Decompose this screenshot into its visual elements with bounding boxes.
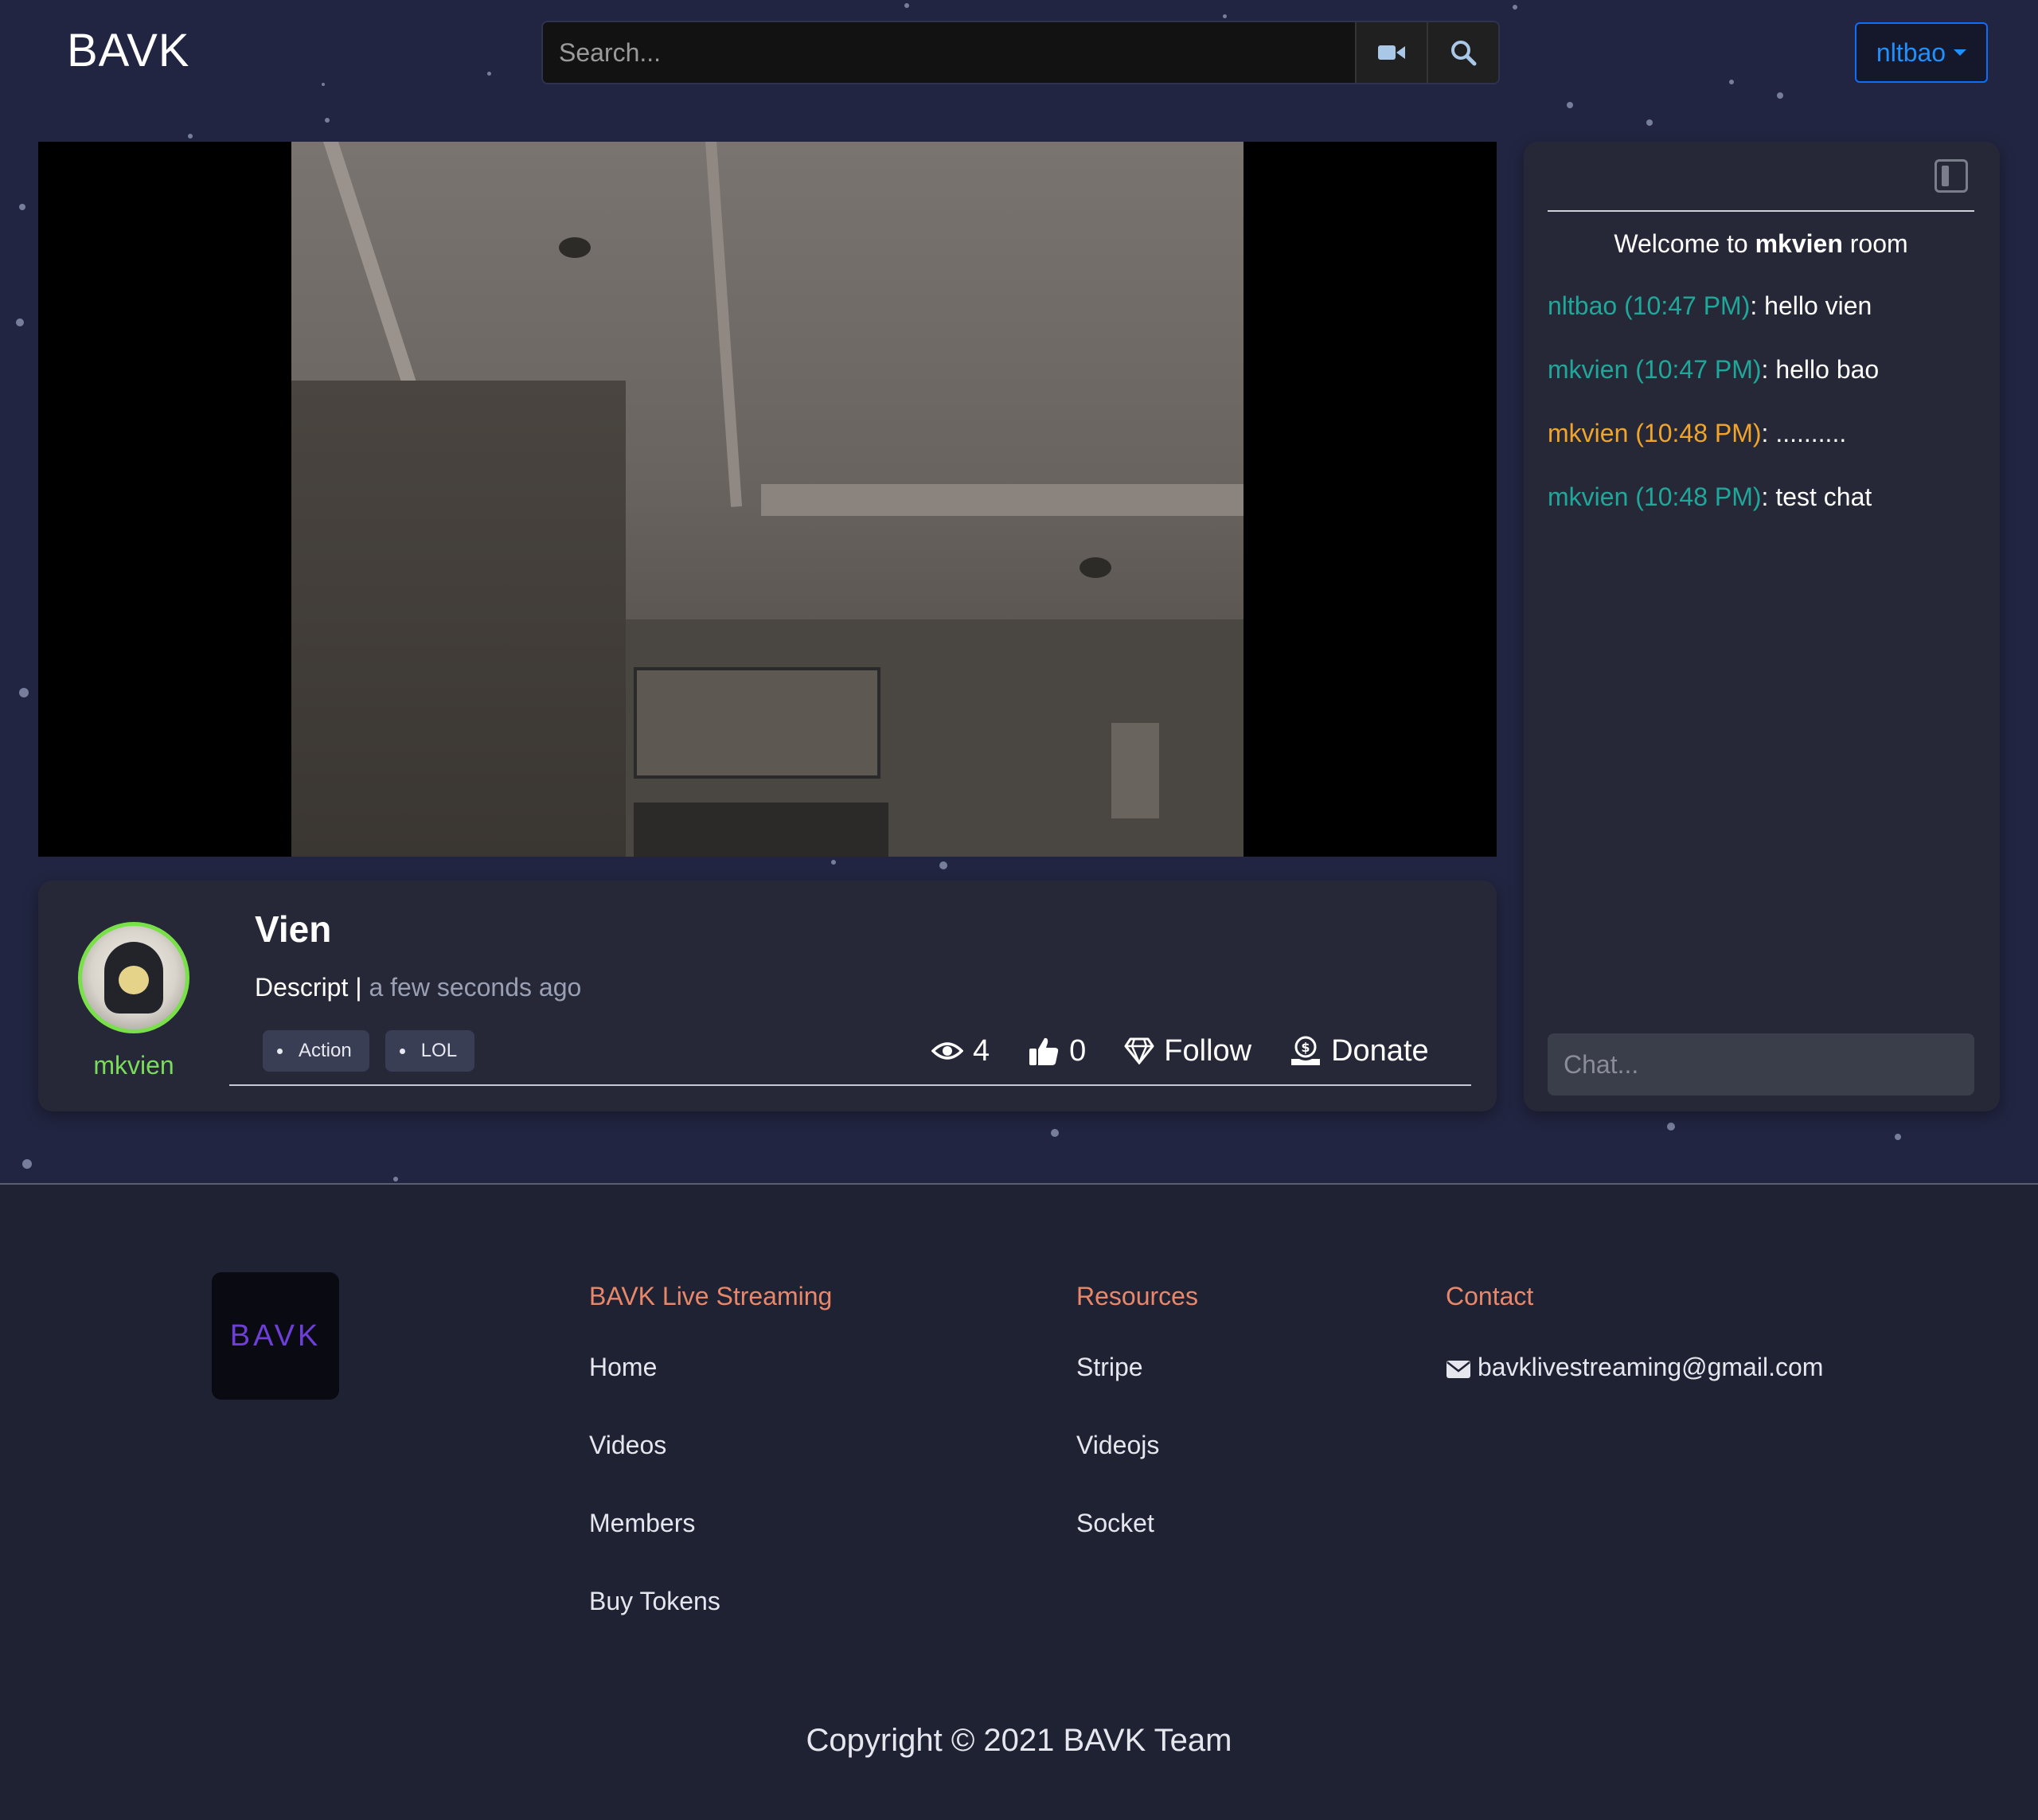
follow-button[interactable]: Follow xyxy=(1124,1034,1251,1068)
streamer-avatar[interactable] xyxy=(78,922,189,1033)
svg-text:$: $ xyxy=(1302,1040,1310,1055)
chat-divider xyxy=(1548,210,1974,212)
top-navbar: BAVK nltbao xyxy=(0,0,2038,111)
chat-message-text: : hello vien xyxy=(1750,291,1872,320)
footer-link-members[interactable]: Members xyxy=(589,1509,832,1587)
chat-welcome-message: Welcome to mkvien room xyxy=(1548,229,1974,259)
tag-action[interactable]: Action xyxy=(263,1030,369,1072)
welcome-prefix: Welcome to xyxy=(1614,229,1748,258)
stream-description: Descript | a few seconds ago xyxy=(255,973,581,1002)
chat-message-user[interactable]: nltbao (10:47 PM) xyxy=(1548,291,1750,320)
contact-email: bavklivestreaming@gmail.com xyxy=(1478,1353,1824,1381)
search-button[interactable] xyxy=(1427,22,1498,83)
footer-link-videojs[interactable]: Videojs xyxy=(1076,1431,1198,1509)
chat-message-user[interactable]: mkvien (10:48 PM) xyxy=(1548,482,1762,511)
viewer-count-value: 4 xyxy=(973,1033,990,1068)
follow-label: Follow xyxy=(1164,1033,1252,1068)
info-divider xyxy=(229,1084,1471,1086)
chat-message: nltbao (10:47 PM): hello vien xyxy=(1548,291,1872,321)
streamer-name[interactable]: mkvien xyxy=(70,1051,197,1080)
welcome-suffix: room xyxy=(1849,229,1908,258)
chat-message: mkvien (10:48 PM): .......... xyxy=(1548,419,1846,448)
footer-column-bavk: BAVK Live Streaming Home Videos Members … xyxy=(589,1282,832,1665)
user-menu-label: nltbao xyxy=(1876,37,1946,67)
eye-icon xyxy=(931,1042,963,1060)
footer-link-videos[interactable]: Videos xyxy=(589,1431,832,1509)
user-menu-dropdown[interactable]: nltbao xyxy=(1855,22,1988,83)
footer-link-email[interactable]: bavklivestreaming@gmail.com xyxy=(1446,1353,1823,1431)
bullet-icon xyxy=(399,1048,405,1054)
envelope-icon xyxy=(1447,1361,1470,1378)
footer-link-home[interactable]: Home xyxy=(589,1353,832,1431)
video-frame xyxy=(291,142,1243,857)
footer-heading: BAVK Live Streaming xyxy=(589,1282,833,1310)
viewer-count: 4 xyxy=(931,1034,990,1068)
chat-message-text: : .......... xyxy=(1761,419,1847,447)
chat-message-text: : test chat xyxy=(1761,482,1872,511)
donate-button[interactable]: $ Donate xyxy=(1290,1034,1429,1068)
description-separator: | xyxy=(355,973,362,1002)
footer-link-stripe[interactable]: Stripe xyxy=(1076,1353,1198,1431)
like-button[interactable]: 0 xyxy=(1028,1034,1086,1068)
video-search-button[interactable] xyxy=(1355,22,1427,83)
chat-message: mkvien (10:47 PM): hello bao xyxy=(1548,355,1879,385)
footer-column-contact: Contact bavklivestreaming@gmail.com xyxy=(1446,1282,1823,1431)
chat-input[interactable] xyxy=(1548,1033,1974,1096)
footer-logo[interactable]: BAVK xyxy=(212,1272,339,1400)
welcome-room-owner: mkvien xyxy=(1755,229,1843,258)
bullet-icon xyxy=(277,1048,283,1054)
caret-down-icon xyxy=(1954,49,1967,56)
search-input[interactable] xyxy=(543,22,1355,83)
sidebar-toggle-icon xyxy=(1942,166,1949,186)
footer-link-socket[interactable]: Socket xyxy=(1076,1509,1198,1587)
stream-tags: Action LOL xyxy=(263,1030,475,1072)
search-bar xyxy=(541,21,1500,84)
tag-label: Action xyxy=(299,1040,352,1061)
tag-lol[interactable]: LOL xyxy=(385,1030,475,1072)
chat-panel xyxy=(1524,142,2000,1111)
stream-title: Vien xyxy=(255,908,332,950)
tag-label: LOL xyxy=(420,1040,458,1061)
footer-link-buy-tokens[interactable]: Buy Tokens xyxy=(589,1587,832,1665)
chat-message-text: : hello bao xyxy=(1761,355,1880,384)
footer-heading: Contact xyxy=(1446,1282,1534,1310)
stream-time-ago: a few seconds ago xyxy=(369,973,582,1002)
coin-hand-icon: $ xyxy=(1291,1036,1321,1065)
footer-heading: Resources xyxy=(1076,1282,1198,1310)
like-count-value: 0 xyxy=(1069,1033,1087,1068)
stream-stats: 4 0 Follow $ Donate xyxy=(931,1029,1467,1073)
magnifier-icon xyxy=(1451,41,1477,66)
chat-message-user[interactable]: mkvien (10:47 PM) xyxy=(1548,355,1762,384)
description-text: Descript xyxy=(255,973,349,1002)
chat-message: mkvien (10:48 PM): test chat xyxy=(1548,482,1872,512)
chat-toggle-button[interactable] xyxy=(1935,159,1968,193)
brand-logo[interactable]: BAVK xyxy=(67,24,189,77)
diamond-icon xyxy=(1124,1037,1154,1064)
donate-label: Donate xyxy=(1331,1033,1429,1068)
footer-column-resources: Resources Stripe Videojs Socket xyxy=(1076,1282,1198,1587)
chat-message-user[interactable]: mkvien (10:48 PM) xyxy=(1548,419,1762,447)
thumbs-up-icon xyxy=(1029,1037,1059,1065)
video-player[interactable] xyxy=(38,142,1497,857)
video-camera-icon xyxy=(1378,45,1405,60)
copyright: Copyright © 2021 BAVK Team xyxy=(806,1723,1232,1758)
